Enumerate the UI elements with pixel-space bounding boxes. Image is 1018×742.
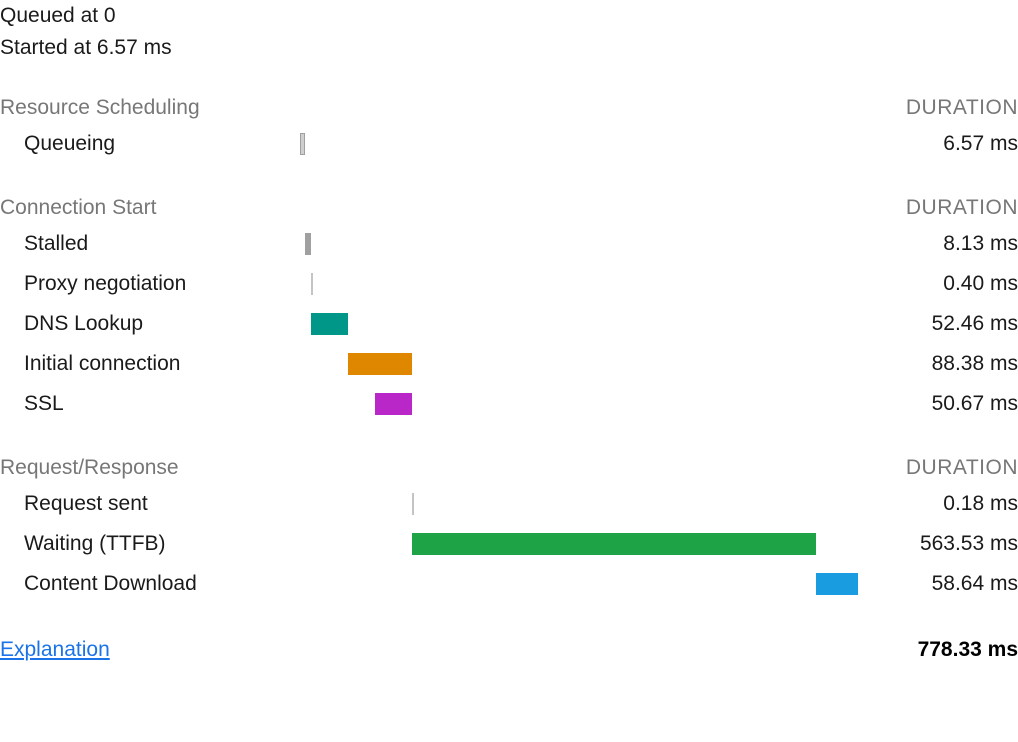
timing-bar [300, 133, 305, 155]
timing-row: Proxy negotiation 0.40 ms [0, 264, 1018, 304]
timing-row: Stalled 8.13 ms [0, 224, 1018, 264]
timing-row-label: SSL [0, 392, 300, 416]
timing-row: Initial connection 88.38 ms [0, 344, 1018, 384]
section-title: Request/Response [0, 456, 300, 480]
timing-bar [311, 313, 349, 335]
timing-bar-area [300, 493, 858, 515]
duration-column-header: DURATION [858, 456, 1018, 480]
timing-row-duration: 8.13 ms [858, 232, 1018, 256]
timing-bar-area [300, 353, 858, 375]
timing-row-label: Request sent [0, 492, 300, 516]
timing-bar-area [300, 393, 858, 415]
timing-bar [305, 233, 311, 255]
explanation-link[interactable]: Explanation [0, 638, 110, 662]
timing-row: Waiting (TTFB) 563.53 ms [0, 524, 1018, 564]
section-title: Connection Start [0, 196, 300, 220]
section-title: Resource Scheduling [0, 96, 300, 120]
duration-column-header: DURATION [858, 96, 1018, 120]
timing-row: SSL 50.67 ms [0, 384, 1018, 424]
timing-row: DNS Lookup 52.46 ms [0, 304, 1018, 344]
total-duration: 778.33 ms [918, 638, 1018, 662]
timing-row-duration: 6.57 ms [858, 132, 1018, 156]
timing-row-label: Queueing [0, 132, 300, 156]
timing-row-duration: 58.64 ms [858, 572, 1018, 596]
timing-bar-area [300, 273, 858, 295]
timing-row-duration: 563.53 ms [858, 532, 1018, 556]
timing-bar [375, 393, 411, 415]
timing-bar [412, 493, 414, 515]
started-at-line: Started at 6.57 ms [0, 32, 1018, 64]
timing-row: Queueing 6.57 ms [0, 124, 1018, 164]
queued-at-line: Queued at 0 [0, 0, 1018, 32]
timing-row-duration: 0.40 ms [858, 272, 1018, 296]
timing-bar [816, 573, 858, 595]
timing-row-label: DNS Lookup [0, 312, 300, 336]
timing-row-label: Content Download [0, 572, 300, 596]
duration-column-header: DURATION [858, 196, 1018, 220]
timing-row-duration: 88.38 ms [858, 352, 1018, 376]
timing-row-label: Initial connection [0, 352, 300, 376]
timing-row-duration: 52.46 ms [858, 312, 1018, 336]
timing-bar-area [300, 233, 858, 255]
timing-bar [348, 353, 411, 375]
timing-row-label: Waiting (TTFB) [0, 532, 300, 556]
timing-bar [412, 533, 816, 555]
timing-row-label: Stalled [0, 232, 300, 256]
timing-row-duration: 50.67 ms [858, 392, 1018, 416]
timing-row-duration: 0.18 ms [858, 492, 1018, 516]
timing-row: Content Download 58.64 ms [0, 564, 1018, 604]
timing-bar-area [300, 533, 858, 555]
timing-row: Request sent 0.18 ms [0, 484, 1018, 524]
timing-row-label: Proxy negotiation [0, 272, 300, 296]
timing-bar [311, 273, 313, 295]
timing-bar-area [300, 573, 858, 595]
timing-bar-area [300, 133, 858, 155]
timing-bar-area [300, 313, 858, 335]
